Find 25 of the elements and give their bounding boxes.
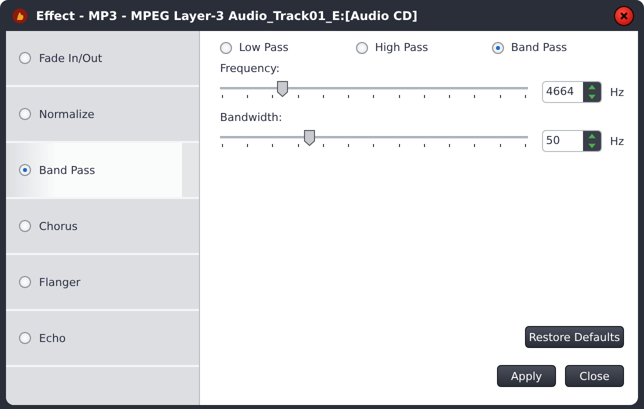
effect-item[interactable]: Flanger [6,255,199,311]
radio-label[interactable]: Low Pass [238,41,288,54]
slider-thumb[interactable] [276,81,288,97]
restore-defaults-button[interactable]: Restore Defaults [524,326,624,348]
effect-item[interactable]: Fade In/Out [6,31,199,87]
spin-field[interactable]: 50 [542,130,602,152]
close-button[interactable]: Close [565,365,624,387]
slider-thumb[interactable] [304,130,316,146]
unit-label: Hz [610,86,624,98]
effect-item[interactable]: Echo [6,311,199,367]
spin-field[interactable]: 4664 [542,81,602,103]
radio-button[interactable] [356,42,368,54]
slider-label: Bandwidth: [220,111,284,124]
radio-label[interactable]: Band Pass [510,41,568,54]
window-title: Effect - MP3 - MPEG Layer-3 Audio_Track01_E:[Audio CD] [36,8,419,22]
effect-item[interactable]: Chorus [6,199,199,255]
unit-label: Hz [610,134,624,148]
radio-label[interactable]: High Pass [374,41,428,54]
slider-label: Frequency: [220,62,281,75]
close-icon[interactable] [614,6,634,26]
app-icon [12,8,28,24]
apply-button[interactable]: Apply [497,365,556,387]
effect-item[interactable]: Band Pass [6,143,199,199]
radio-button[interactable] [492,42,504,54]
radio-button[interactable] [220,42,232,54]
